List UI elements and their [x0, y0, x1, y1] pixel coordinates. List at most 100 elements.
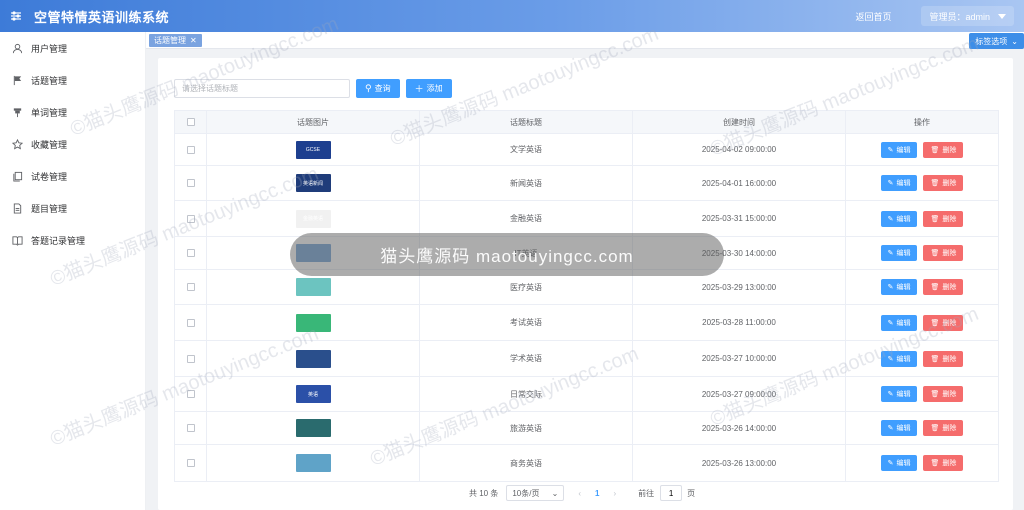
thumbnail-text: GCSE [305, 146, 321, 153]
delete-button[interactable]: 🗑 删除 [923, 175, 964, 191]
row-select-cell [175, 412, 207, 444]
tag-options-button[interactable]: 标签选项 ⌄ [969, 33, 1024, 49]
edit-button-label: 编辑 [896, 215, 911, 223]
row-checkbox[interactable] [186, 283, 195, 291]
row-checkbox[interactable] [186, 179, 195, 187]
header-created-time: 创建时间 [633, 111, 846, 133]
delete-button-label: 删除 [942, 250, 957, 257]
delete-button[interactable]: 🗑 删除 [923, 245, 964, 261]
sidebar-item-users[interactable]: 用户管理 [0, 32, 145, 64]
query-button[interactable]: ⚲ 查询 [356, 79, 400, 98]
created-time-cell: 2025-04-01 16:00:00 [633, 166, 846, 200]
edit-button[interactable]: ✎ 编辑 [880, 350, 918, 367]
select-all-checkbox[interactable] [186, 118, 195, 126]
created-time-cell: 2025-03-26 14:00:00 [633, 412, 846, 444]
edit-button[interactable]: ✎ 编辑 [880, 210, 918, 227]
delete-button[interactable]: 🗑 删除 [923, 455, 964, 471]
user-label: 管理员：admin [929, 11, 990, 22]
delete-button[interactable]: 🗑 删除 [923, 141, 964, 158]
table-row: GCSE 文学英语 2025-04-02 09:00:00 ✎ 编辑 🗑 删除 [175, 134, 998, 166]
edit-button[interactable]: ✎ 编辑 [880, 314, 918, 331]
topic-image-cell: 英语 [207, 377, 420, 411]
actions-cell: ✎ 编辑 🗑 删除 [846, 166, 998, 200]
topic-title-search-input[interactable] [174, 79, 350, 98]
trash-icon: 🗑 [930, 425, 940, 432]
table-header-row: 话题图片 话题标题 创建时间 操作 [175, 111, 998, 134]
edit-button[interactable]: ✎ 编辑 [880, 386, 918, 402]
edit-icon: ✎ [887, 460, 894, 467]
topic-thumbnail [295, 278, 331, 296]
delete-button[interactable]: 🗑 删除 [923, 386, 964, 402]
delete-button[interactable]: 🗑 删除 [923, 210, 964, 227]
edit-button[interactable]: ✎ 编辑 [880, 420, 918, 436]
tag-topic-management[interactable]: 话题管理 ✕ [149, 34, 202, 47]
row-checkbox[interactable] [186, 354, 195, 363]
edit-button-label: 编辑 [896, 391, 911, 398]
sidebar-item-label: 答题记录管理 [31, 235, 86, 246]
sidebar-item-label: 试卷管理 [31, 171, 68, 182]
star-icon [12, 138, 23, 150]
actions-cell: ✎ 编辑 🗑 删除 [846, 341, 998, 376]
sidebar-item-words[interactable]: 单词管理 [0, 96, 145, 128]
home-link[interactable]: 返回首页 [855, 10, 891, 23]
row-checkbox[interactable] [186, 214, 195, 223]
tags-view-bar: 话题管理 ✕ 标签选项 ⌄ [146, 32, 1024, 49]
delete-button[interactable]: 🗑 删除 [923, 314, 964, 331]
delete-button-label: 删除 [942, 284, 957, 291]
actions-cell: ✎ 编辑 🗑 删除 [846, 201, 998, 236]
sidebar-item-favorites[interactable]: 收藏管理 [0, 128, 145, 160]
topic-title-cell: 文学英语 [420, 134, 633, 165]
user-menu[interactable]: 管理员：admin [921, 6, 1014, 26]
delete-button[interactable]: 🗑 删除 [923, 420, 964, 436]
header-actions: 操作 [914, 117, 930, 127]
table-row: 英语新闻 新闻英语 2025-04-01 16:00:00 ✎ 编辑 🗑 删除 [175, 166, 998, 201]
row-checkbox[interactable] [186, 459, 195, 467]
chevron-down-icon: ⌄ [551, 488, 559, 498]
topic-thumbnail: 金融英语 [295, 209, 331, 228]
sidebar-item-questions[interactable]: 题目管理 [0, 192, 145, 224]
add-button[interactable]: ＋ 添加 [405, 79, 452, 98]
delete-button-label: 删除 [942, 146, 957, 154]
page-size-select[interactable]: 10条/页 ⌄ [506, 485, 565, 501]
close-icon[interactable]: ✕ [190, 36, 197, 45]
edit-button[interactable]: ✎ 编辑 [880, 455, 918, 471]
edit-button[interactable]: ✎ 编辑 [880, 279, 918, 295]
delete-button-label: 删除 [942, 180, 957, 187]
header-topic-title: 话题标题 [420, 111, 633, 133]
row-checkbox[interactable] [186, 249, 195, 257]
edit-button[interactable]: ✎ 编辑 [880, 141, 918, 158]
sidebar-item-papers[interactable]: 试卷管理 [0, 160, 145, 192]
menu-toggle-icon[interactable] [0, 0, 32, 32]
edit-button[interactable]: ✎ 编辑 [880, 245, 918, 261]
goto-page-input[interactable] [660, 485, 683, 501]
row-checkbox[interactable] [186, 424, 195, 432]
actions-cell: ✎ 编辑 🗑 删除 [846, 305, 998, 340]
created-time-cell: 2025-03-27 10:00:00 [633, 341, 846, 376]
thumbnail-text: 金融英语 [302, 216, 323, 222]
delete-button[interactable]: 🗑 删除 [923, 279, 964, 295]
topic-title-cell: 金融英语 [420, 201, 633, 236]
topic-title-cell: 学术英语 [420, 341, 633, 376]
sidebar-item-label: 用户管理 [31, 43, 68, 54]
sidebar-item-answer-records[interactable]: 答题记录管理 [0, 224, 145, 256]
delete-button[interactable]: 🗑 删除 [923, 350, 964, 367]
select-all-cell [175, 111, 207, 133]
search-bar: ⚲ 查询 ＋ 添加 [174, 79, 452, 98]
table-row: 商务英语 2025-03-26 13:00:00 ✎ 编辑 🗑 删除 [175, 445, 998, 481]
prev-page-button[interactable]: ‹ [578, 489, 581, 498]
next-page-button[interactable]: › [613, 489, 616, 498]
row-checkbox[interactable] [186, 390, 195, 398]
sidebar-item-topics[interactable]: 话题管理 [0, 64, 145, 96]
row-select-cell [175, 341, 207, 376]
delete-button-label: 删除 [942, 215, 957, 223]
row-checkbox[interactable] [186, 318, 195, 327]
page-number-current[interactable]: 1 [595, 489, 599, 498]
created-time-cell: 2025-04-02 09:00:00 [633, 134, 846, 165]
edit-button[interactable]: ✎ 编辑 [880, 175, 918, 191]
add-button-label: 添加 [426, 84, 443, 93]
edit-icon: ✎ [887, 319, 894, 327]
plus-icon: ＋ [414, 84, 424, 94]
created-time-cell: 2025-03-28 11:00:00 [633, 305, 846, 340]
topic-title-cell: 旅游英语 [420, 412, 633, 444]
row-checkbox[interactable] [186, 145, 195, 154]
